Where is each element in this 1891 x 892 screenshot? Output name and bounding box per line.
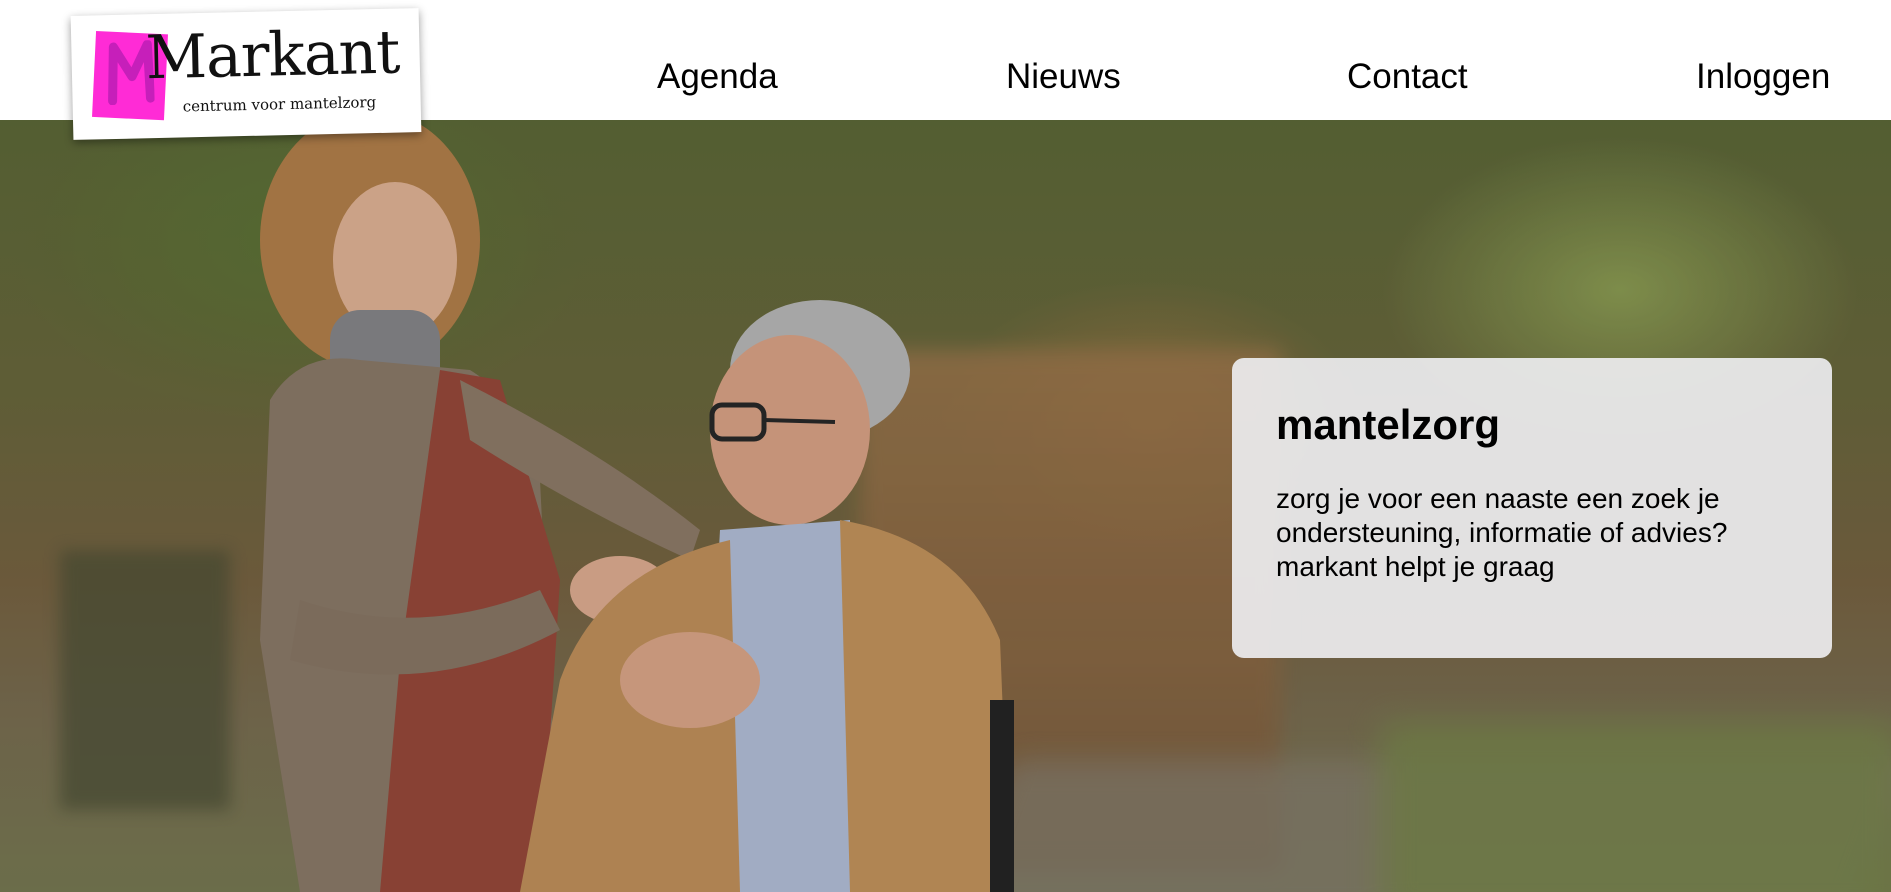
logo-wordmark: Markant [144,17,401,94]
site-logo[interactable]: Markant centrum voor mantelzorg [70,8,422,140]
card-text: zorg je voor een naaste een zoek je onde… [1276,483,1728,583]
nav-link-contact[interactable]: Contact [1347,57,1468,97]
logo-tagline: centrum voor mantelzorg [182,93,377,116]
nav-link-nieuws[interactable]: Nieuws [1006,57,1121,97]
mantelzorg-card: mantelzorg zorg je voor een naaste een z… [1232,358,1832,658]
nav-link-agenda[interactable]: Agenda [657,57,778,97]
card-title: mantelzorg [1276,401,1501,448]
nav-link-inloggen[interactable]: Inloggen [1696,57,1830,97]
